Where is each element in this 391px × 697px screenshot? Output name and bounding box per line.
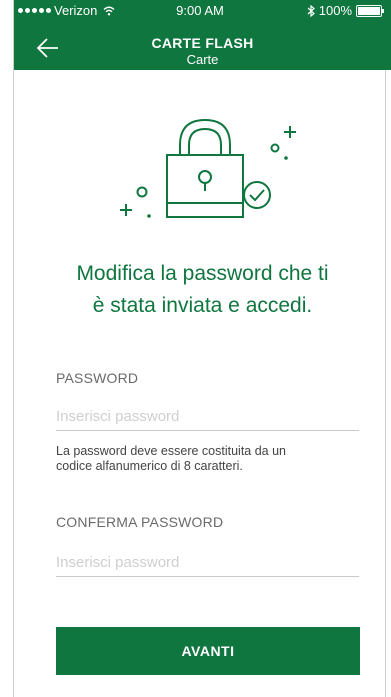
status-right: 100% [307, 3, 384, 18]
password-hint-line-2: codice alfanumerico di 8 caratteri. [56, 459, 243, 473]
page-title: CARTE FLASH [151, 35, 254, 51]
header-titles: CARTE FLASH Carte [14, 35, 391, 67]
page-subtitle: Carte [186, 52, 219, 67]
headline: Modifica la password che ti è stata invi… [14, 258, 391, 322]
confirm-password-label: CONFERMA PASSWORD [56, 514, 224, 530]
confirm-password-input[interactable] [56, 548, 359, 577]
app-header: Verizon 9:00 AM 100% CARTE FLASH Carte [14, 0, 391, 70]
left-frame-border [0, 0, 14, 697]
headline-line-2: è stata inviata e accedi. [92, 294, 313, 317]
battery-fill [358, 6, 380, 15]
avanti-button[interactable]: AVANTI [56, 627, 360, 675]
password-hint-line-1: La password deve essere costituita da un [56, 444, 286, 458]
bluetooth-icon [307, 4, 315, 17]
right-frame-border [385, 70, 391, 697]
password-label: PASSWORD [56, 370, 139, 386]
password-hint: La password deve essere costituita da un… [56, 444, 356, 474]
battery-percent: 100% [318, 3, 352, 18]
battery-icon [356, 4, 384, 17]
status-bar: Verizon 9:00 AM 100% [14, 0, 386, 22]
padlock-with-check-icon [120, 118, 296, 218]
password-input[interactable] [56, 402, 359, 431]
headline-line-1: Modifica la password che ti [76, 262, 329, 285]
